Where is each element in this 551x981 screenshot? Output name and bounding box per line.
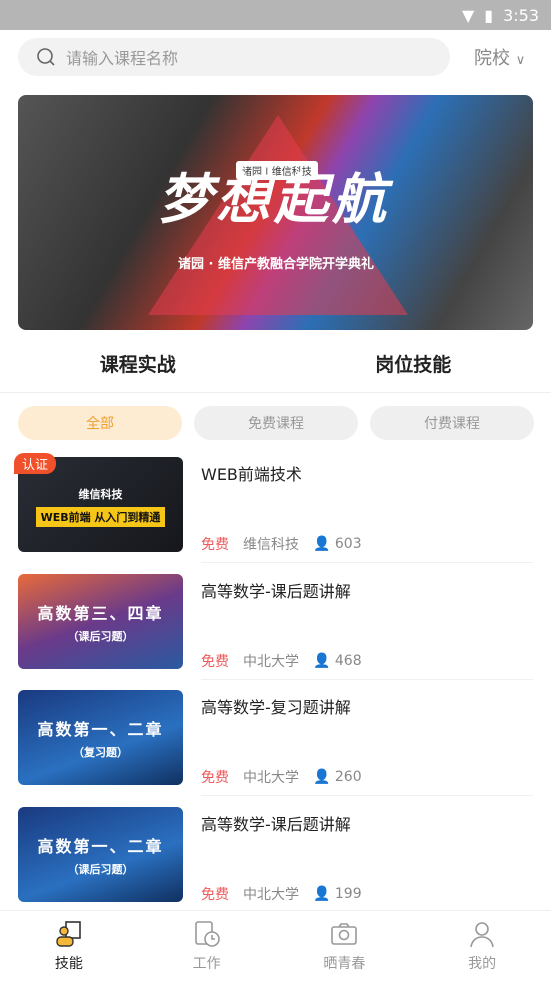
course-price: 免费 xyxy=(201,654,229,670)
search-input[interactable]: 请输入课程名称 xyxy=(18,38,450,76)
thumb-text: WEB前端 从入门到精通 xyxy=(35,507,166,527)
filter-free[interactable]: 免费课程 xyxy=(194,406,358,440)
course-title: 高等数学-课后题讲解 xyxy=(201,815,351,834)
filter-pills: 全部 免费课程 付费课程 xyxy=(18,406,534,440)
nav-mine[interactable]: 我的 xyxy=(413,911,551,981)
school-label: 院校 xyxy=(474,48,510,69)
course-title: 高等数学-复习题讲解 xyxy=(201,698,351,717)
nav-label: 技能 xyxy=(54,956,83,972)
certified-badge: 认证 xyxy=(14,453,57,474)
school-dropdown[interactable]: 院校 ∨ xyxy=(474,44,525,70)
filter-paid[interactable]: 付费课程 xyxy=(370,406,534,440)
category-tabs: 课程实战 岗位技能 xyxy=(0,350,551,377)
user-icon: 👤 xyxy=(313,886,331,902)
course-thumbnail: 高数第一、二章 （复习题） xyxy=(18,690,183,785)
nav-skills[interactable]: 技能 xyxy=(0,911,138,981)
nav-label: 工作 xyxy=(192,956,221,972)
search-icon xyxy=(37,48,55,66)
course-price: 免费 xyxy=(201,770,229,786)
tab-job-skills[interactable]: 岗位技能 xyxy=(276,350,551,377)
course-org: 中北大学 xyxy=(243,654,299,670)
status-time: 3:53 xyxy=(503,5,539,25)
thumb-text: 高数第三、四章 xyxy=(37,603,164,623)
course-thumbnail: 高数第一、二章 （课后习题） xyxy=(18,807,183,902)
course-org: 中北大学 xyxy=(243,770,299,786)
thumb-sub: 维信科技 xyxy=(78,488,123,501)
nav-label: 晒青春 xyxy=(323,956,366,972)
filter-all[interactable]: 全部 xyxy=(18,406,182,440)
thumb-sub: （课后习题） xyxy=(67,629,134,643)
battery-icon: ▮ xyxy=(484,5,494,25)
tab-course-practice[interactable]: 课程实战 xyxy=(0,350,276,377)
course-count: 603 xyxy=(334,536,362,552)
user-icon: 👤 xyxy=(313,653,331,669)
course-org: 中北大学 xyxy=(243,887,299,903)
course-item[interactable]: 高数第一、二章 （课后习题） 高等数学-课后题讲解 免费 中北大学 👤 199 xyxy=(18,807,533,903)
course-count: 468 xyxy=(334,653,362,669)
banner[interactable]: 诸园 | 维信科技 梦想起航 诸园 · 维信产教融合学院开学典礼 xyxy=(18,95,533,330)
course-price: 免费 xyxy=(201,887,229,903)
wifi-icon: ▼ xyxy=(461,5,475,25)
course-org: 维信科技 xyxy=(243,537,299,553)
course-count: 260 xyxy=(334,769,362,785)
course-count: 199 xyxy=(334,886,362,902)
course-item[interactable]: 高数第三、四章 （课后习题） 高等数学-课后题讲解 免费 中北大学 👤 468 xyxy=(18,574,533,680)
skills-icon xyxy=(56,921,81,947)
chevron-down-icon: ∨ xyxy=(515,53,526,68)
user-profile-icon xyxy=(470,922,494,948)
course-item[interactable]: 认证 维信科技 WEB前端 从入门到精通 WEB前端技术 免费 维信科技 👤 603 xyxy=(14,453,533,563)
banner-caption: 诸园 · 维信产教融合学院开学典礼 xyxy=(178,257,374,272)
course-title: WEB前端技术 xyxy=(201,465,302,484)
divider xyxy=(201,795,533,796)
nav-work[interactable]: 工作 xyxy=(138,911,276,981)
divider xyxy=(201,679,533,680)
course-thumbnail: 高数第三、四章 （课后习题） xyxy=(18,574,183,669)
nav-label: 我的 xyxy=(468,956,497,972)
status-bar: ▼ ▮ 3:53 xyxy=(0,0,551,30)
thumb-sub: （课后习题） xyxy=(67,862,134,876)
nav-share-youth[interactable]: 晒青春 xyxy=(276,911,414,981)
course-title: 高等数学-课后题讲解 xyxy=(201,582,351,601)
work-schedule-icon xyxy=(194,921,220,947)
camera-icon xyxy=(331,923,358,945)
search-placeholder: 请输入课程名称 xyxy=(66,49,179,68)
divider xyxy=(201,562,533,563)
banner-headline: 梦想起航 xyxy=(158,167,390,231)
course-price: 免费 xyxy=(201,537,229,553)
thumb-sub: （复习题） xyxy=(73,745,128,759)
divider xyxy=(0,392,551,393)
thumb-text: 高数第一、二章 xyxy=(37,719,164,739)
user-icon: 👤 xyxy=(313,769,331,785)
course-item[interactable]: 高数第一、二章 （复习题） 高等数学-复习题讲解 免费 中北大学 👤 260 xyxy=(18,690,533,796)
user-icon: 👤 xyxy=(313,536,331,552)
thumb-text: 高数第一、二章 xyxy=(37,836,164,856)
bottom-nav: 技能 工作 晒青春 我的 xyxy=(0,910,551,981)
